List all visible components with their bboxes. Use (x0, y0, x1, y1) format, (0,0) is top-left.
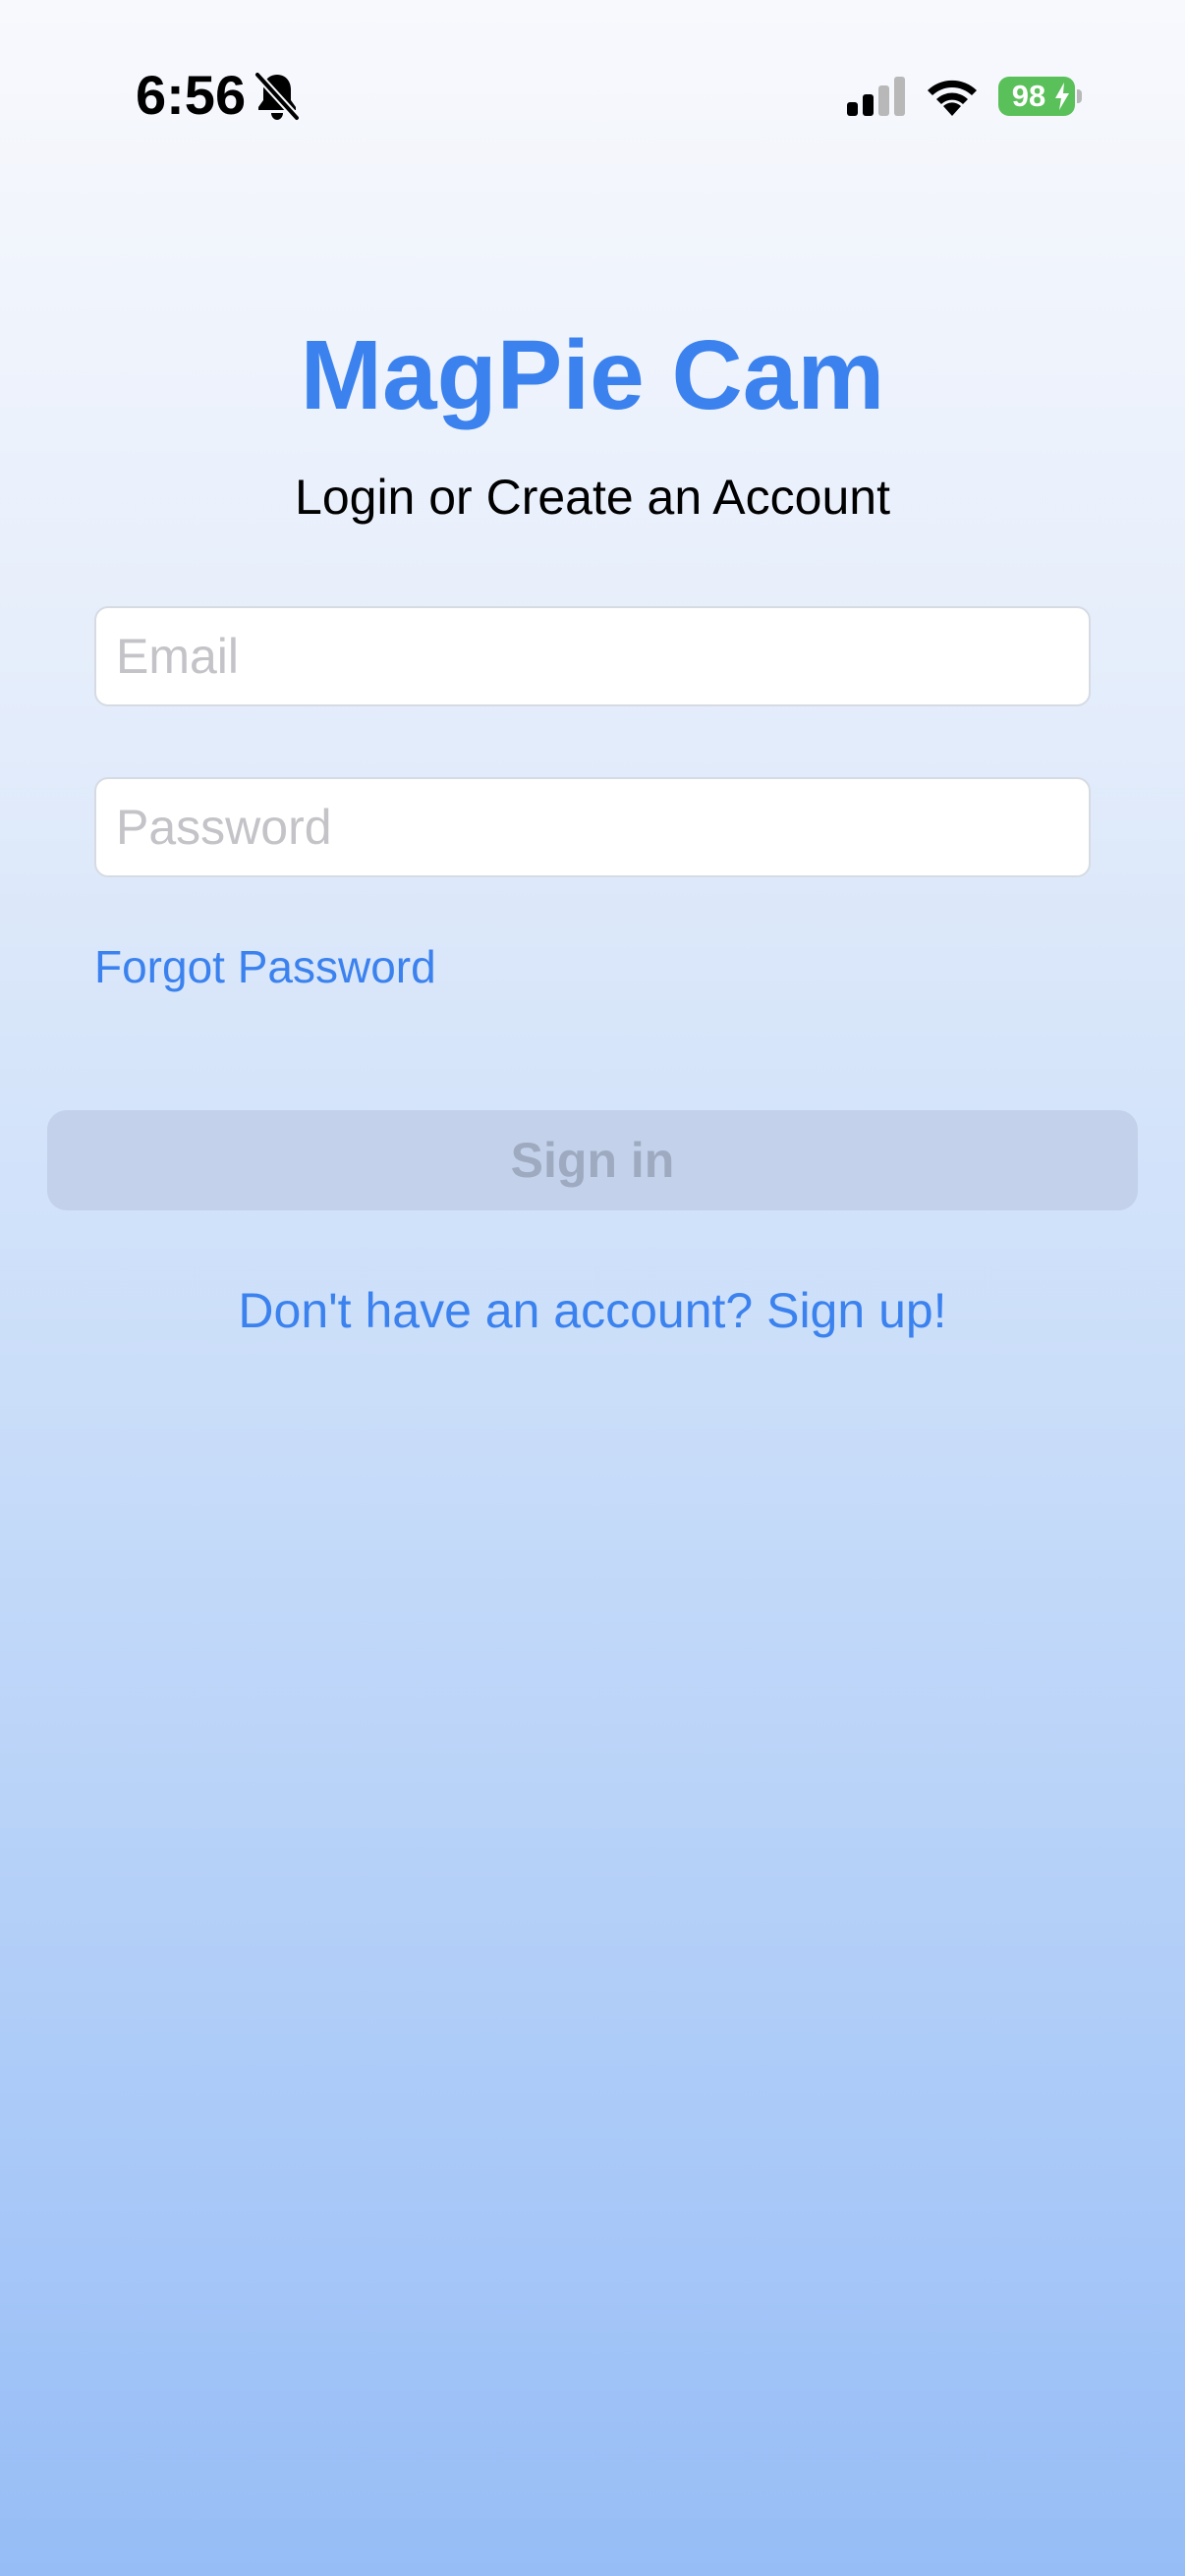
charging-bolt-icon (1055, 83, 1069, 110)
email-field-container (94, 606, 1091, 706)
sign-in-button[interactable]: Sign in (47, 1110, 1138, 1210)
sign-up-link[interactable]: Don't have an account? Sign up! (0, 1279, 1185, 1342)
password-field-container (94, 777, 1091, 877)
cellular-signal-icon (847, 77, 905, 116)
wifi-icon (928, 80, 977, 116)
app-title: MagPie Cam (300, 320, 885, 430)
battery-level: 98 (1011, 79, 1046, 113)
status-time: 6:56 (136, 64, 247, 126)
battery-cap (1077, 89, 1082, 103)
email-field[interactable] (96, 608, 1089, 704)
status-bar: 6:56 98 (0, 0, 1185, 147)
bell-slash-icon (254, 71, 301, 122)
battery-icon: 98 (998, 77, 1082, 116)
page-subtitle: Login or Create an Account (295, 470, 890, 525)
login-screen: 6:56 98 MagPie Cam Login or Create an Ac… (0, 0, 1185, 2576)
password-field[interactable] (96, 779, 1089, 875)
forgot-password-link[interactable]: Forgot Password (94, 937, 436, 996)
